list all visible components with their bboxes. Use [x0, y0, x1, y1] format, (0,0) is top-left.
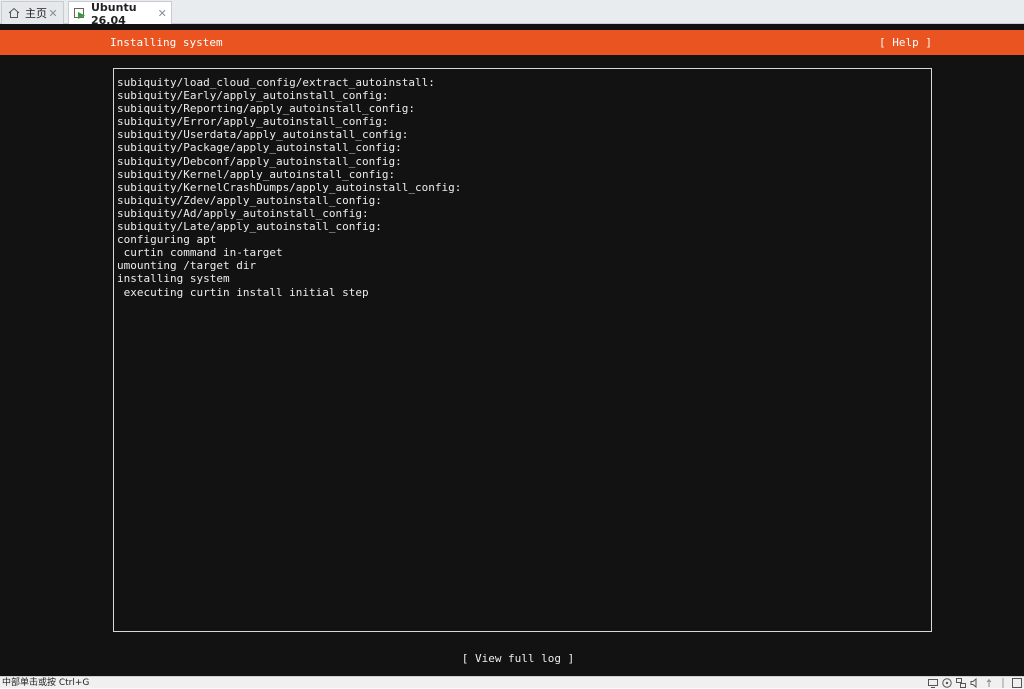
- log-line: subiquity/Kernel/apply_autoinstall_confi…: [117, 167, 396, 181]
- log-line: subiquity/Reporting/apply_autoinstall_co…: [117, 102, 416, 116]
- log-line: umounting /target dir: [117, 259, 257, 273]
- tab-home-label: 主页: [25, 7, 47, 20]
- installer-title: Installing system: [110, 36, 223, 49]
- log-line: subiquity/Package/apply_autoinstall_conf…: [117, 141, 402, 155]
- disc-icon[interactable]: [941, 678, 952, 688]
- host-status-bar: 中部单击或按 Ctrl+G: [0, 676, 1024, 688]
- log-line: executing curtin install initial step: [117, 285, 369, 299]
- log-line: subiquity/load_cloud_config/extract_auto…: [117, 76, 435, 89]
- vm-console[interactable]: Installing system [ Help ] subiquity/loa…: [0, 24, 1024, 676]
- usb-icon[interactable]: [983, 678, 994, 688]
- log-line: subiquity/Early/apply_autoinstall_config…: [117, 89, 389, 103]
- view-full-log-button[interactable]: [ View full log ]: [0, 652, 1024, 665]
- tab-ubuntu-vm[interactable]: Ubuntu 26.04 ✕: [68, 0, 172, 27]
- log-line: subiquity/Late/apply_autoinstall_config:: [117, 220, 382, 234]
- host-tab-bar: 主页 ✕ Ubuntu 26.04 ✕: [0, 0, 1024, 27]
- fullscreen-icon[interactable]: [1011, 678, 1022, 688]
- log-line: subiquity/Ad/apply_autoinstall_config:: [117, 206, 369, 220]
- log-line: curtin command in-target: [117, 246, 283, 260]
- home-icon: [7, 6, 21, 20]
- network-icon[interactable]: [955, 678, 966, 688]
- log-line: configuring apt: [117, 233, 217, 247]
- status-hint: 中部单击或按 Ctrl+G: [2, 678, 90, 688]
- tab-home[interactable]: 主页 ✕: [1, 1, 64, 24]
- install-log-panel[interactable]: subiquity/load_cloud_config/extract_auto…: [113, 68, 932, 632]
- device-tray: [927, 677, 1024, 689]
- tray-divider: [997, 678, 1008, 688]
- tab-ubuntu-vm-label: Ubuntu 26.04: [91, 0, 137, 27]
- installer-header: Installing system [ Help ]: [0, 30, 1024, 55]
- log-line: subiquity/Zdev/apply_autoinstall_config:: [117, 193, 382, 207]
- log-line: subiquity/Userdata/apply_autoinstall_con…: [117, 128, 409, 142]
- help-button[interactable]: [ Help ]: [879, 36, 932, 49]
- log-line: subiquity/Debconf/apply_autoinstall_conf…: [117, 154, 402, 168]
- close-icon[interactable]: ✕: [47, 7, 59, 20]
- speaker-icon[interactable]: [969, 678, 980, 688]
- log-line: subiquity/Error/apply_autoinstall_config…: [117, 115, 389, 129]
- close-icon[interactable]: ✕: [158, 7, 167, 20]
- vm-console-icon: [74, 7, 87, 21]
- monitor-icon[interactable]: [927, 678, 938, 688]
- log-line: installing system: [117, 272, 230, 286]
- log-line: subiquity/KernelCrashDumps/apply_autoins…: [117, 180, 462, 194]
